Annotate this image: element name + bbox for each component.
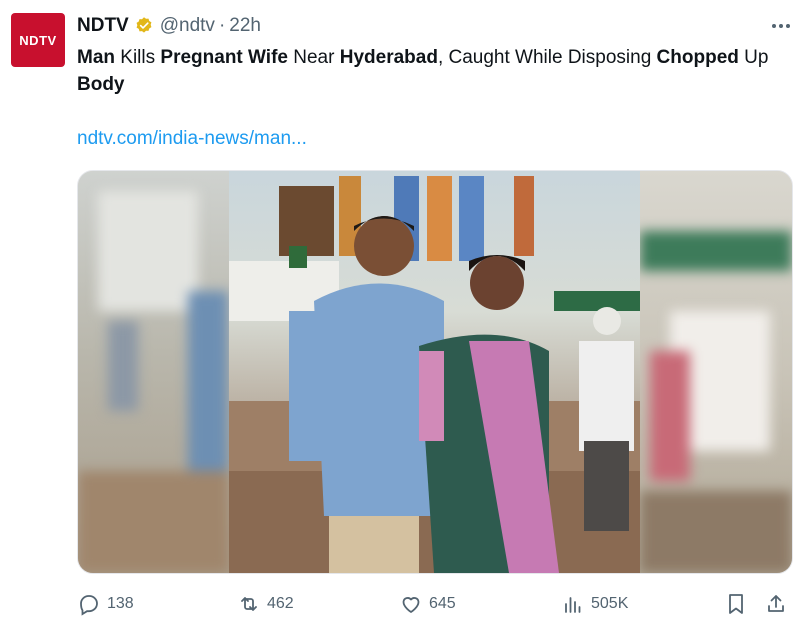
tweet-text-segment: , Caught While Disposing [437, 47, 657, 68]
views-count: 505K [591, 595, 629, 612]
tweet-text-segment: Pregnant Wife [160, 47, 288, 68]
like-button[interactable]: 645 [399, 592, 456, 616]
verified-badge-icon[interactable] [134, 16, 154, 36]
bookmark-button[interactable] [725, 592, 747, 616]
repost-count: 462 [267, 595, 294, 612]
share-icon [768, 595, 784, 612]
tweet-text: Man Kills Pregnant Wife Near Hyderabad, … [77, 44, 777, 98]
tweet-media[interactable] [77, 170, 793, 574]
repost-icon [241, 597, 257, 611]
photo-couple-icon [229, 171, 640, 573]
analytics-icon [565, 597, 581, 613]
author-name[interactable]: NDTV [77, 15, 129, 37]
avatar[interactable]: NDTV [11, 13, 65, 67]
tweet-text-segment: Up [738, 47, 769, 68]
author-handle[interactable]: @ndtv [160, 15, 215, 37]
tweet-text-segment: Chopped [656, 47, 739, 68]
share-button[interactable] [765, 592, 787, 616]
heart-icon [402, 597, 420, 613]
reply-button[interactable]: 138 [77, 592, 134, 616]
like-count: 645 [429, 595, 456, 612]
tweet-text-segment: Kills [115, 47, 161, 68]
reply-count: 138 [107, 595, 134, 612]
separator-dot: · [218, 15, 226, 36]
reply-icon [80, 595, 98, 616]
tweet-text-segment: Man [77, 47, 115, 68]
tweet-time[interactable]: 22h [229, 15, 261, 37]
repost-button[interactable]: 462 [237, 592, 294, 616]
tweet-text-segment: Body [77, 74, 125, 95]
tweet-actions: 138 462 645 505K [77, 590, 791, 618]
media-blur-left [78, 171, 229, 573]
views-button[interactable]: 505K [561, 592, 628, 616]
tweet-header: NDTV @ndtv · 22h [77, 14, 261, 38]
bookmark-icon [729, 594, 743, 614]
tweet-text-segment: Near [287, 47, 340, 68]
more-options-icon[interactable] [772, 16, 790, 36]
tweet-link[interactable]: ndtv.com/india-news/man... [77, 128, 307, 150]
media-blur-right [640, 171, 792, 573]
tweet-text-segment: Hyderabad [339, 47, 438, 68]
